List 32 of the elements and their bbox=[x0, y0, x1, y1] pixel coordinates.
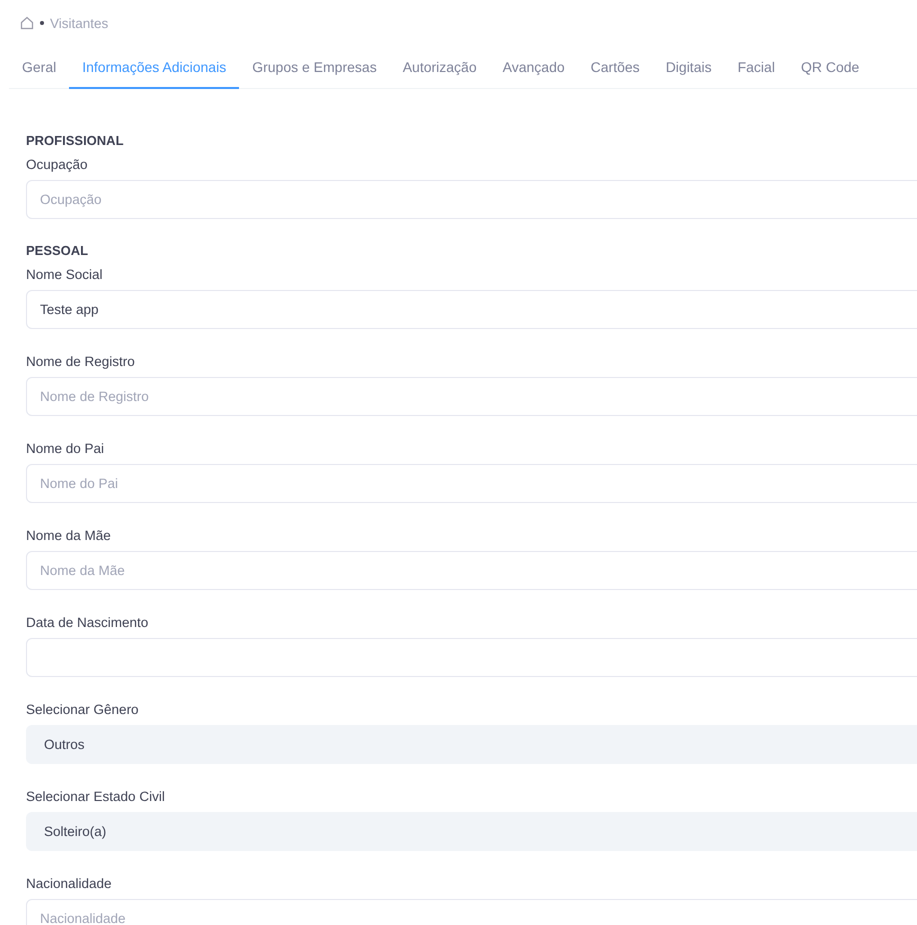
field-label: Selecionar Estado Civil bbox=[26, 789, 166, 804]
home-icon[interactable] bbox=[20, 16, 34, 30]
input-field[interactable]: Nome da Mãe bbox=[26, 551, 917, 590]
field-label: Ocupação bbox=[26, 157, 89, 172]
tab[interactable]: Informações Adicionais bbox=[69, 46, 240, 89]
tab[interactable]: Digitais bbox=[652, 46, 725, 89]
input-field[interactable]: Nome de Registro bbox=[26, 377, 917, 416]
tab[interactable]: Facial bbox=[724, 46, 788, 89]
input-field[interactable]: Teste app bbox=[26, 290, 917, 329]
tab[interactable]: Cartões bbox=[578, 46, 653, 89]
select-field[interactable]: Outros bbox=[26, 725, 917, 764]
tab[interactable]: Avançado bbox=[490, 46, 578, 89]
input-field[interactable]: Ocupação bbox=[26, 180, 917, 219]
field-label: Nome de Registro bbox=[26, 354, 136, 369]
field-label: Nome da Mãe bbox=[26, 528, 112, 543]
input-field[interactable] bbox=[26, 638, 917, 677]
section-title: PESSOAL bbox=[26, 243, 90, 258]
field-label: Nome do Pai bbox=[26, 441, 106, 456]
tab[interactable]: Geral bbox=[9, 46, 70, 89]
tab[interactable]: QR Code bbox=[788, 46, 872, 89]
field-label: Nome Social bbox=[26, 267, 104, 282]
field-label: Data de Nascimento bbox=[26, 615, 150, 630]
field-label: Nacionalidade bbox=[26, 876, 113, 891]
input-field[interactable]: Nacionalidade bbox=[26, 899, 917, 925]
breadcrumb-current: Visitantes bbox=[50, 16, 108, 30]
input-field[interactable]: Nome do Pai bbox=[26, 464, 917, 503]
field-label: Selecionar Gênero bbox=[26, 702, 140, 717]
tab[interactable]: Autorização bbox=[390, 46, 490, 89]
tab[interactable]: Grupos e Empresas bbox=[239, 46, 390, 89]
breadcrumb-separator bbox=[40, 21, 44, 25]
select-field[interactable]: Solteiro(a) bbox=[26, 812, 917, 851]
section-title: PROFISSIONAL bbox=[26, 133, 125, 148]
